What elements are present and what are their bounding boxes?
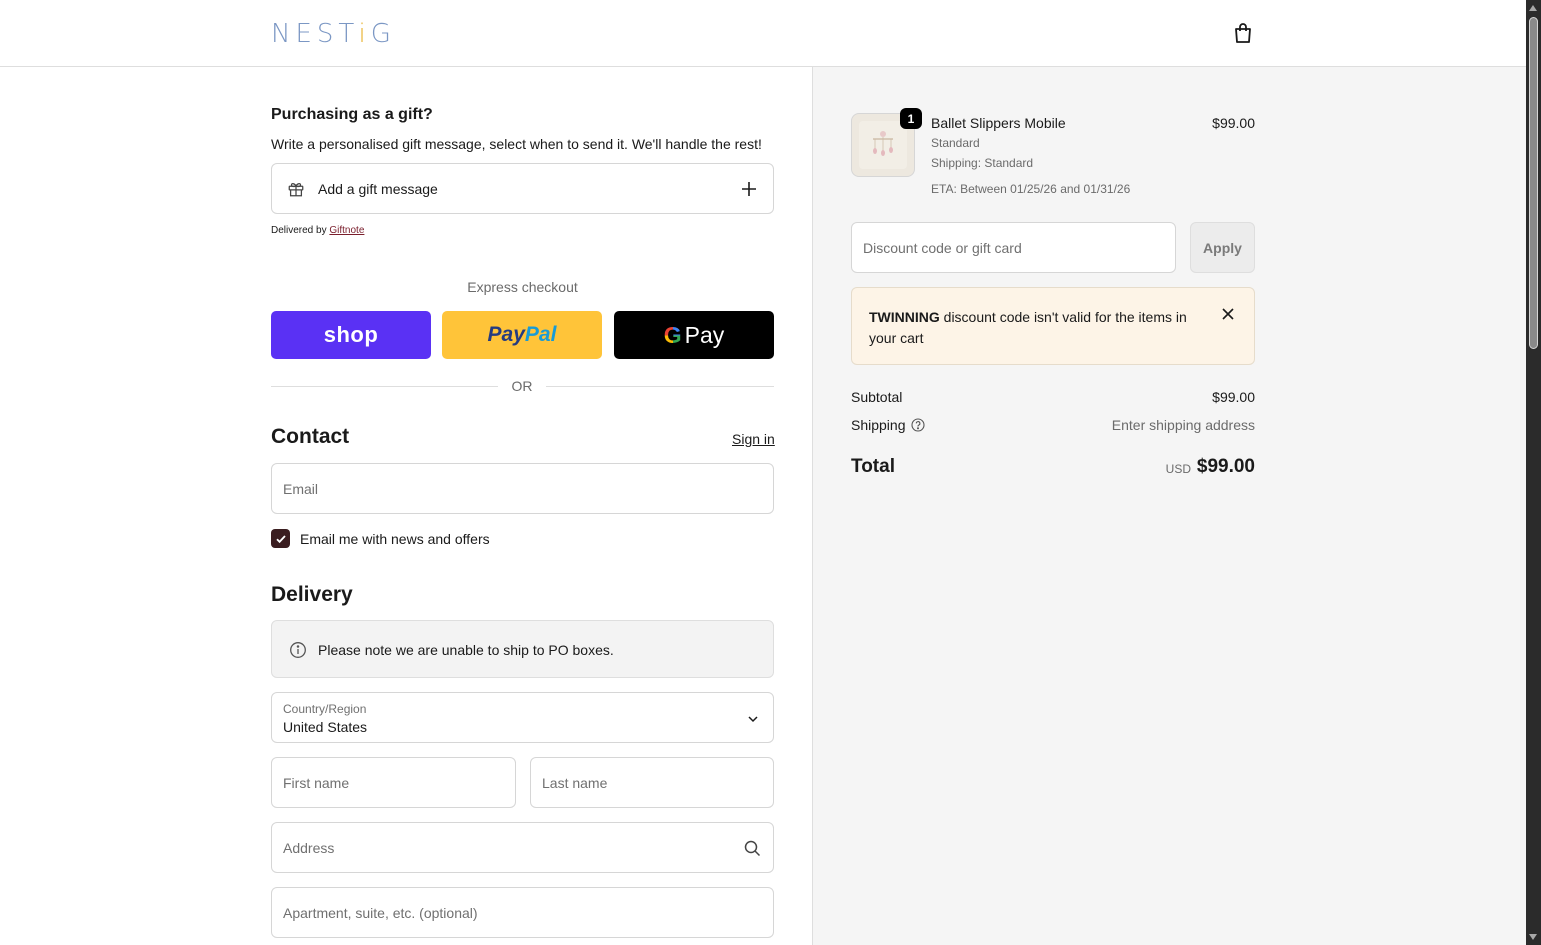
- total-label: Total: [851, 456, 895, 477]
- ballet-mobile-illustration: [873, 131, 893, 156]
- google-g-icon: G: [663, 321, 682, 348]
- first-name-placeholder: First name: [283, 775, 350, 791]
- discount-error-message: TWINNING discount code isn't valid for t…: [869, 309, 1187, 346]
- check-icon: [275, 534, 286, 543]
- country-label: Country/Region: [283, 702, 367, 716]
- product-variant: Standard: [931, 136, 980, 150]
- paypal-logo-part2: Pal: [524, 323, 557, 346]
- contact-heading: Contact: [271, 425, 350, 448]
- chevron-down-icon: [748, 716, 758, 723]
- paypal-logo-part1: Pay: [487, 323, 525, 346]
- apply-discount-button[interactable]: Apply: [1190, 222, 1255, 273]
- apartment-field[interactable]: Apartment, suite, etc. (optional): [271, 887, 774, 938]
- po-box-notice-text: Please note we are unable to ship to PO …: [318, 642, 614, 658]
- scrollbar[interactable]: [1526, 0, 1541, 945]
- po-box-notice: Please note we are unable to ship to PO …: [271, 620, 774, 678]
- express-checkout-label: Express checkout: [467, 279, 578, 295]
- newsletter-label[interactable]: Email me with news and offers: [300, 531, 490, 547]
- gift-description: Write a personalised gift message, selec…: [271, 136, 762, 152]
- delivered-by-note: Delivered by Giftnote: [271, 225, 365, 236]
- gift-icon: [288, 183, 304, 197]
- total-value: $99.00: [1196, 456, 1255, 477]
- shipping-value: Enter shipping address: [1111, 417, 1255, 433]
- subtotal-label: Subtotal: [851, 389, 903, 405]
- shop-pay-button[interactable]: shop: [271, 311, 431, 359]
- address-field[interactable]: Address: [271, 822, 774, 873]
- newsletter-checkbox[interactable]: [271, 529, 290, 548]
- apartment-placeholder: Apartment, suite, etc. (optional): [283, 905, 478, 921]
- product-price: $99.00: [1212, 115, 1255, 131]
- gift-message-label: Add a gift message: [318, 181, 438, 197]
- discount-placeholder: Discount code or gift card: [863, 240, 1022, 256]
- last-name-field[interactable]: Last name: [530, 757, 774, 808]
- giftnote-link[interactable]: Giftnote: [329, 225, 364, 236]
- cart-icon[interactable]: [1231, 21, 1255, 45]
- scroll-up-arrow-icon[interactable]: [1529, 5, 1537, 11]
- google-pay-button[interactable]: G Pay: [614, 311, 774, 359]
- last-name-placeholder: Last name: [542, 775, 608, 791]
- close-icon[interactable]: [1221, 307, 1235, 321]
- delivery-heading: Delivery: [271, 583, 353, 606]
- order-summary-panel: [812, 67, 1526, 945]
- discount-code: TWINNING: [869, 309, 940, 325]
- scroll-down-arrow-icon[interactable]: [1529, 934, 1537, 940]
- subtotal-value: $99.00: [1212, 389, 1255, 405]
- product-eta: ETA: Between 01/25/26 and 01/31/26: [931, 182, 1131, 196]
- help-icon[interactable]: [911, 418, 925, 432]
- first-name-field[interactable]: First name: [271, 757, 516, 808]
- sign-in-link[interactable]: Sign in: [732, 431, 775, 447]
- total-currency: USD: [1165, 462, 1191, 476]
- add-gift-message-button[interactable]: Add a gift message: [271, 163, 774, 214]
- country-select[interactable]: Country/Region United States: [271, 692, 774, 743]
- product-image: [859, 121, 907, 169]
- product-shipping: Shipping: Standard: [931, 156, 1034, 170]
- email-placeholder: Email: [283, 481, 319, 497]
- quantity-badge: 1: [900, 108, 922, 129]
- info-icon: [290, 642, 306, 658]
- shipping-label: Shipping: [851, 417, 906, 433]
- google-pay-label: Pay: [684, 321, 725, 348]
- address-placeholder: Address: [283, 840, 335, 856]
- gift-heading: Purchasing as a gift?: [271, 106, 433, 123]
- logo[interactable]: NESTiG: [271, 19, 396, 49]
- discount-error-alert: TWINNING discount code isn't valid for t…: [851, 287, 1255, 365]
- email-field[interactable]: Email: [271, 463, 774, 514]
- discount-code-field[interactable]: Discount code or gift card: [851, 222, 1176, 273]
- shop-pay-logo: shop: [323, 322, 379, 347]
- site-header: NESTiG: [0, 0, 1526, 67]
- country-value: United States: [283, 719, 368, 735]
- plus-icon: [742, 182, 756, 196]
- paypal-button[interactable]: Pay Pal: [442, 311, 602, 359]
- scrollbar-thumb[interactable]: [1529, 17, 1538, 349]
- product-name: Ballet Slippers Mobile: [931, 115, 1066, 131]
- search-icon: [744, 840, 761, 857]
- or-text: OR: [498, 378, 546, 394]
